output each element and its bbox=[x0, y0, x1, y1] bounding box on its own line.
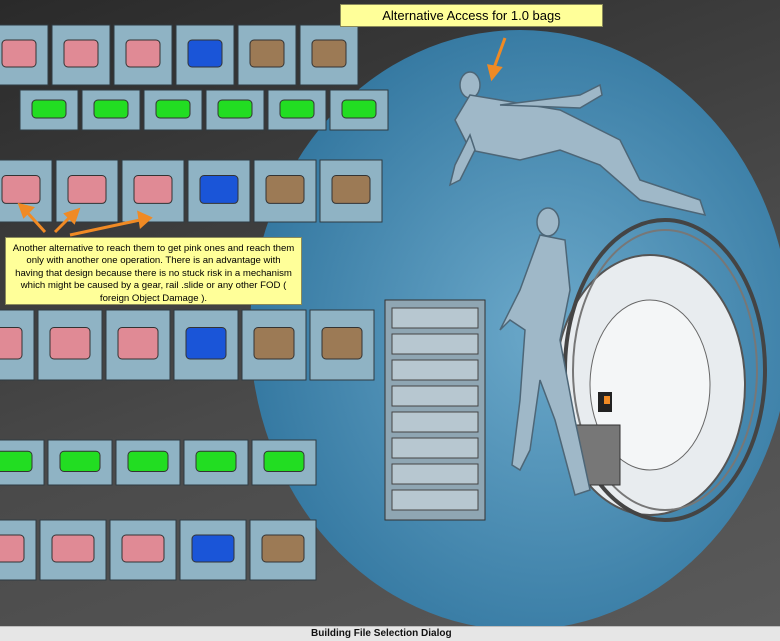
rack-module bbox=[391, 359, 479, 381]
front-rack bbox=[384, 299, 486, 521]
green-slot bbox=[59, 450, 101, 472]
rack-module bbox=[391, 489, 479, 511]
pink-slot bbox=[1, 175, 41, 204]
rack-module bbox=[391, 463, 479, 485]
status-bar-title: Building File Selection Dialog bbox=[311, 628, 452, 639]
pink-slot bbox=[63, 39, 99, 68]
blue-slot bbox=[199, 175, 239, 204]
rack-module bbox=[391, 411, 479, 433]
green-slot bbox=[263, 450, 305, 472]
brown-slot bbox=[331, 175, 371, 204]
brown-slot bbox=[261, 534, 305, 563]
pink-slot bbox=[121, 534, 165, 563]
green-slot bbox=[93, 99, 129, 119]
pink-slot bbox=[51, 534, 95, 563]
pink-slot bbox=[117, 327, 159, 360]
pink-slot bbox=[0, 327, 23, 360]
callout-pink-access-note: Another alternative to reach them to get… bbox=[5, 237, 302, 305]
rack-module bbox=[391, 333, 479, 355]
green-slot bbox=[279, 99, 315, 119]
green-slot bbox=[217, 99, 253, 119]
pink-slot bbox=[67, 175, 107, 204]
rack-module bbox=[391, 437, 479, 459]
green-slot bbox=[195, 450, 237, 472]
blue-slot bbox=[191, 534, 235, 563]
brown-slot bbox=[265, 175, 305, 204]
green-slot bbox=[155, 99, 191, 119]
pink-slot bbox=[49, 327, 91, 360]
green-slot bbox=[341, 99, 377, 119]
brown-slot bbox=[249, 39, 285, 68]
pink-slot bbox=[125, 39, 161, 68]
status-bar: Building File Selection Dialog bbox=[0, 626, 780, 641]
blue-slot bbox=[187, 39, 223, 68]
pink-slot bbox=[0, 534, 25, 563]
green-slot bbox=[31, 99, 67, 119]
pink-slot bbox=[133, 175, 173, 204]
rack-module bbox=[391, 307, 479, 329]
rack-module bbox=[391, 385, 479, 407]
callout-alternative-access: Alternative Access for 1.0 bags bbox=[340, 4, 603, 27]
green-slot bbox=[0, 450, 33, 472]
green-slot bbox=[127, 450, 169, 472]
cad-viewport[interactable]: Alternative Access for 1.0 bags Another … bbox=[0, 0, 780, 626]
pink-slot bbox=[1, 39, 37, 68]
cad-model-scene bbox=[0, 24, 780, 626]
blue-slot bbox=[185, 327, 227, 360]
brown-slot bbox=[321, 327, 363, 360]
brown-slot bbox=[253, 327, 295, 360]
brown-slot bbox=[311, 39, 347, 68]
